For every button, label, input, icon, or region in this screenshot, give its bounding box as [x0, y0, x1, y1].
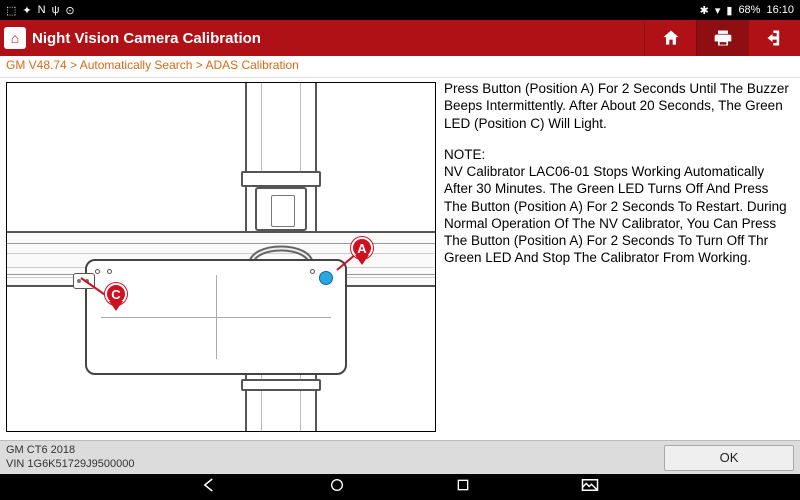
app-title-area: ⌂ Night Vision Camera Calibration — [0, 27, 644, 49]
exit-icon — [765, 28, 785, 48]
button-position-a — [319, 271, 333, 285]
content-area: A C Press Button (Position A) For 2 Seco… — [0, 78, 800, 440]
vehicle-info: GM CT6 2018 VIN 1G6K51729J9500000 — [6, 444, 134, 472]
ok-button[interactable]: OK — [664, 445, 794, 471]
calibrator-diagram: A C — [6, 82, 436, 432]
vehicle-vin: VIN 1G6K51729J9500000 — [6, 458, 134, 472]
wifi-icon: ▾ — [715, 4, 721, 17]
home-button[interactable] — [644, 20, 696, 56]
callout-a: A — [351, 237, 373, 265]
print-button[interactable] — [696, 20, 748, 56]
breadcrumb: GM V48.74 > Automatically Search > ADAS … — [0, 56, 800, 78]
circle-icon — [329, 477, 345, 493]
status-left-icons: ⬚✦Nψ⊙ — [6, 4, 75, 17]
android-nav-bar — [0, 474, 800, 500]
instruction-note: NOTE: NV Calibrator LAC06-01 Stops Worki… — [444, 146, 794, 267]
instruction-text: Press Button (Position A) For 2 Seconds … — [440, 78, 800, 440]
home-icon — [661, 28, 681, 48]
back-icon — [201, 476, 219, 494]
battery-percent: 68% — [738, 4, 760, 16]
nav-back-button[interactable] — [201, 476, 219, 499]
app-header: ⌂ Night Vision Camera Calibration — [0, 20, 800, 56]
nav-screenshot-button[interactable] — [581, 478, 599, 497]
bluetooth-icon: ✱ — [700, 4, 709, 17]
printer-icon — [713, 28, 733, 48]
image-icon — [581, 478, 599, 492]
nav-recent-button[interactable] — [455, 477, 471, 498]
android-status-bar: ⬚✦Nψ⊙ ✱ ▾ ▮ 68% 16:10 — [0, 0, 800, 20]
app-logo-icon: ⌂ — [4, 27, 26, 49]
footer-bar: GM CT6 2018 VIN 1G6K51729J9500000 OK — [0, 440, 800, 474]
status-right-icons: ✱ ▾ ▮ 68% 16:10 — [700, 4, 794, 17]
vehicle-model: GM CT6 2018 — [6, 444, 134, 458]
square-icon — [455, 477, 471, 493]
instruction-paragraph-1: Press Button (Position A) For 2 Seconds … — [444, 80, 794, 132]
nav-home-button[interactable] — [329, 477, 345, 498]
diagram-pane: A C — [0, 78, 440, 440]
exit-button[interactable] — [748, 20, 800, 56]
calibrator-plate — [85, 259, 347, 375]
battery-icon: ▮ — [726, 4, 732, 17]
page-title: Night Vision Camera Calibration — [32, 30, 261, 47]
clock: 16:10 — [766, 4, 794, 16]
callout-c: C — [105, 283, 127, 311]
